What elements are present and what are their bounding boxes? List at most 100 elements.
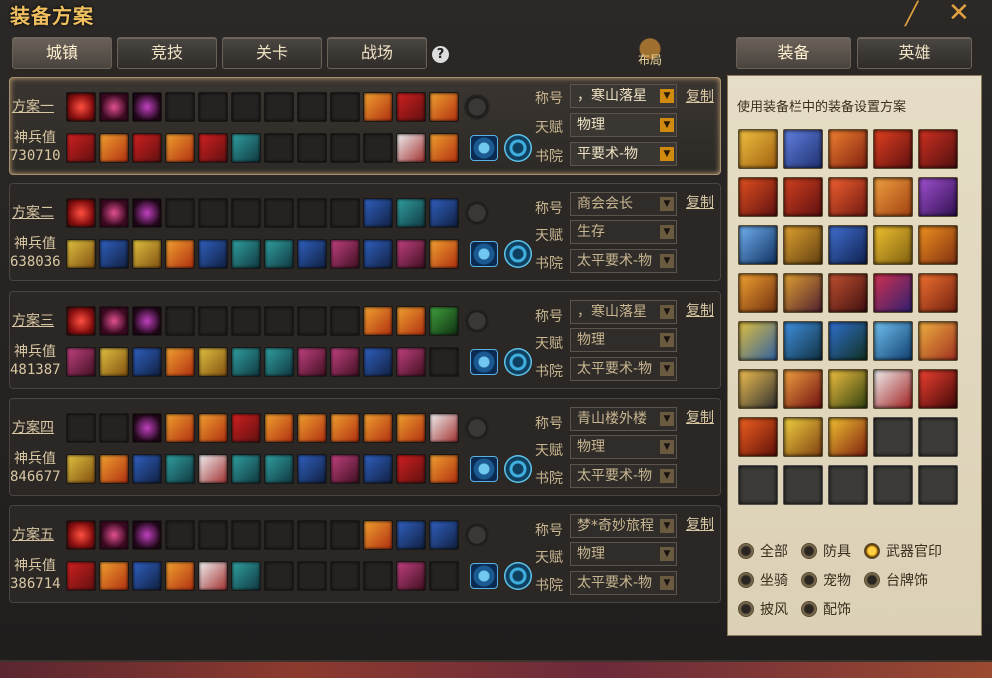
help-icon[interactable]: ? bbox=[432, 46, 449, 63]
close-icon[interactable]: ✕ bbox=[948, 0, 970, 28]
title-select[interactable]: 青山楼外楼 ▼ bbox=[570, 407, 677, 431]
filter-mount[interactable]: 坐骑 bbox=[738, 570, 788, 590]
equipment-slot[interactable] bbox=[330, 306, 360, 336]
weapon-slot[interactable] bbox=[330, 454, 360, 484]
weapon-slot[interactable] bbox=[132, 347, 162, 377]
inventory-item[interactable] bbox=[918, 225, 958, 265]
tab-hero[interactable]: 英雄 bbox=[857, 37, 972, 69]
equipment-slot[interactable] bbox=[165, 520, 195, 550]
equipment-slot[interactable] bbox=[330, 413, 360, 443]
academy-select[interactable]: 太平要术-物 ▼ bbox=[570, 357, 677, 381]
academy-select[interactable]: 太平要术-物 ▼ bbox=[570, 571, 677, 595]
treasure-chest-icon[interactable] bbox=[470, 349, 498, 375]
weapon-slot[interactable] bbox=[132, 133, 162, 163]
spirit-orb-icon[interactable] bbox=[504, 455, 532, 483]
weapon-slot[interactable] bbox=[99, 239, 129, 269]
filter-weapon-seal[interactable]: 武器官印 bbox=[864, 541, 942, 561]
plan-row-2[interactable]: 方案二 神兵值 638036 称号 商会会长 ▼ 天赋 生存 ▼ 书院 太平要术… bbox=[9, 183, 721, 281]
inventory-item-empty[interactable] bbox=[828, 465, 868, 505]
weapon-slot[interactable] bbox=[330, 347, 360, 377]
spirit-orb-icon[interactable] bbox=[504, 562, 532, 590]
equipment-slot[interactable] bbox=[429, 520, 459, 550]
filter-accessory[interactable]: 配饰 bbox=[801, 599, 851, 619]
filter-plaque[interactable]: 台牌饰 bbox=[864, 570, 928, 590]
talent-select[interactable]: 物理 ▼ bbox=[570, 328, 677, 352]
weapon-slot[interactable] bbox=[165, 454, 195, 484]
equipment-slot[interactable] bbox=[330, 198, 360, 228]
inventory-item-empty[interactable] bbox=[873, 465, 913, 505]
empty-ring-slot[interactable] bbox=[464, 308, 490, 334]
equipment-slot[interactable] bbox=[429, 306, 459, 336]
equipment-slot[interactable] bbox=[297, 198, 327, 228]
equipment-slot[interactable] bbox=[198, 413, 228, 443]
inventory-item[interactable] bbox=[918, 177, 958, 217]
equipment-slot[interactable] bbox=[165, 306, 195, 336]
weapon-slot[interactable] bbox=[396, 561, 426, 591]
equipment-slot[interactable] bbox=[396, 520, 426, 550]
inventory-item-empty[interactable] bbox=[918, 465, 958, 505]
equipment-slot[interactable] bbox=[99, 92, 129, 122]
tab-stage[interactable]: 关卡 bbox=[222, 37, 322, 69]
equipment-slot[interactable] bbox=[99, 413, 129, 443]
equipment-slot[interactable] bbox=[66, 92, 96, 122]
tab-town[interactable]: 城镇 bbox=[12, 37, 112, 69]
equipment-slot[interactable] bbox=[231, 198, 261, 228]
weapon-slot[interactable] bbox=[231, 561, 261, 591]
weapon-slot[interactable] bbox=[165, 561, 195, 591]
equipment-slot[interactable] bbox=[429, 92, 459, 122]
equipment-slot[interactable] bbox=[297, 520, 327, 550]
equipment-slot[interactable] bbox=[429, 413, 459, 443]
weapon-slot[interactable] bbox=[297, 347, 327, 377]
equipment-slot[interactable] bbox=[132, 306, 162, 336]
inventory-item[interactable] bbox=[783, 177, 823, 217]
inventory-item[interactable] bbox=[783, 417, 823, 457]
inventory-item[interactable] bbox=[828, 273, 868, 313]
copy-button[interactable]: 复制 bbox=[686, 300, 714, 320]
weapon-slot[interactable] bbox=[429, 133, 459, 163]
copy-button[interactable]: 复制 bbox=[686, 86, 714, 106]
equipment-slot[interactable] bbox=[264, 520, 294, 550]
weapon-slot[interactable] bbox=[429, 239, 459, 269]
inventory-item[interactable] bbox=[918, 273, 958, 313]
inventory-item-empty[interactable] bbox=[783, 465, 823, 505]
weapon-slot[interactable] bbox=[297, 561, 327, 591]
copy-button[interactable]: 复制 bbox=[686, 192, 714, 212]
weapon-slot[interactable] bbox=[198, 347, 228, 377]
talent-select[interactable]: 物理 ▼ bbox=[570, 435, 677, 459]
filter-all[interactable]: 全部 bbox=[738, 541, 788, 561]
weapon-slot[interactable] bbox=[330, 239, 360, 269]
weapon-slot[interactable] bbox=[66, 454, 96, 484]
equipment-slot[interactable] bbox=[396, 413, 426, 443]
inventory-item[interactable] bbox=[873, 225, 913, 265]
weapon-slot[interactable] bbox=[132, 239, 162, 269]
equipment-slot[interactable] bbox=[363, 92, 393, 122]
weapon-slot[interactable] bbox=[429, 561, 459, 591]
academy-select[interactable]: 平要术-物 ▼ bbox=[570, 142, 677, 166]
filter-armor[interactable]: 防具 bbox=[801, 541, 851, 561]
weapon-slot[interactable] bbox=[99, 133, 129, 163]
plan-row-5[interactable]: 方案五 神兵值 386714 称号 梦*奇妙旅程 ▼ 天赋 物理 ▼ 书院 太平… bbox=[9, 505, 721, 603]
tab-battlefield[interactable]: 战场 bbox=[327, 37, 427, 69]
filter-pet[interactable]: 宠物 bbox=[801, 570, 851, 590]
weapon-slot[interactable] bbox=[132, 454, 162, 484]
talent-select[interactable]: 物理 ▼ bbox=[570, 113, 677, 137]
weapon-slot[interactable] bbox=[165, 239, 195, 269]
equipment-slot[interactable] bbox=[132, 198, 162, 228]
academy-select[interactable]: 太平要术-物 ▼ bbox=[570, 249, 677, 273]
inventory-item[interactable] bbox=[738, 177, 778, 217]
weapon-slot[interactable] bbox=[231, 239, 261, 269]
plan-name[interactable]: 方案四 bbox=[12, 417, 54, 437]
empty-ring-slot[interactable] bbox=[464, 200, 490, 226]
plan-row-1[interactable]: 方案一 神兵值 730710 称号 ，寒山落星 ▼ 天赋 物理 ▼ 书院 平要术… bbox=[9, 77, 721, 175]
pin-icon[interactable]: ╱ bbox=[905, 2, 918, 27]
talent-select[interactable]: 生存 ▼ bbox=[570, 220, 677, 244]
copy-button[interactable]: 复制 bbox=[686, 514, 714, 534]
treasure-chest-icon[interactable] bbox=[470, 563, 498, 589]
weapon-slot[interactable] bbox=[330, 133, 360, 163]
title-select[interactable]: 梦*奇妙旅程 ▼ bbox=[570, 514, 677, 538]
plan-name[interactable]: 方案一 bbox=[12, 96, 54, 116]
inventory-item[interactable] bbox=[783, 273, 823, 313]
equipment-slot[interactable] bbox=[264, 92, 294, 122]
equipment-slot[interactable] bbox=[165, 413, 195, 443]
inventory-item[interactable] bbox=[738, 321, 778, 361]
